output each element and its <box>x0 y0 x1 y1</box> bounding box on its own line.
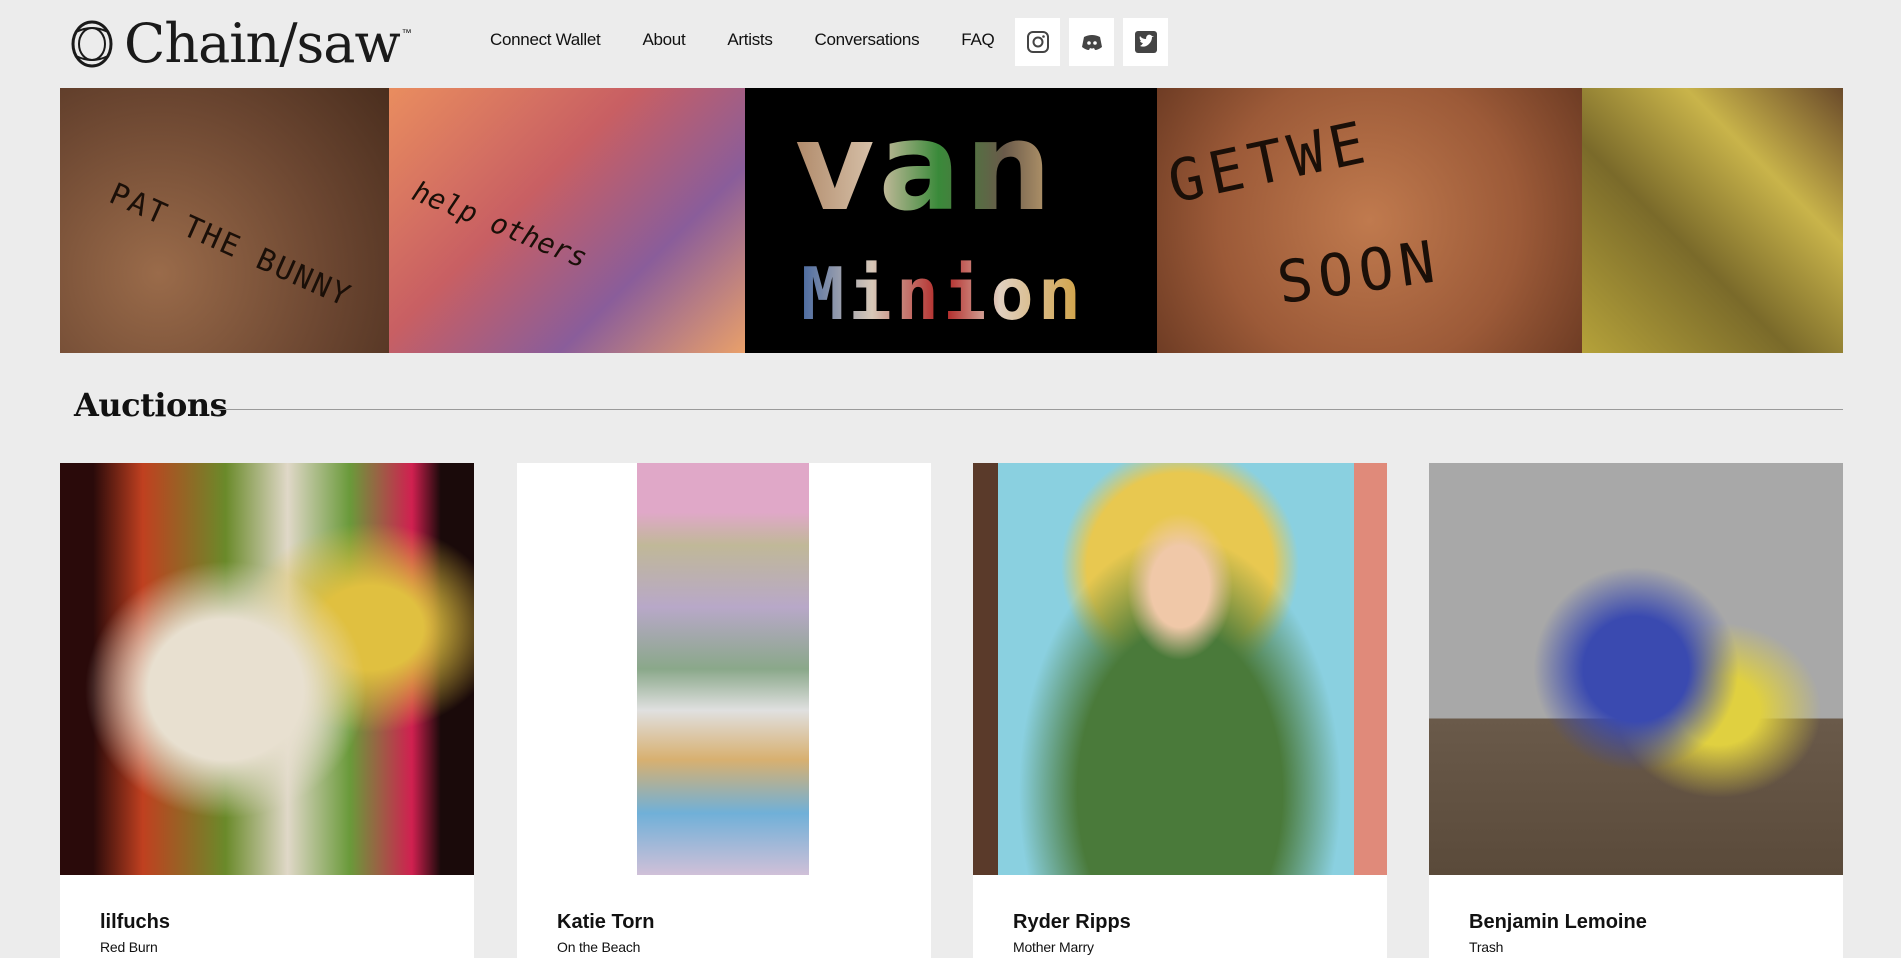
auction-card[interactable]: lilfuchs Red Burn <box>60 463 474 958</box>
artwork-image[interactable] <box>973 463 1387 875</box>
artwork-strip <box>637 463 809 875</box>
twitter-icon <box>1134 31 1157 53</box>
artwork-image[interactable] <box>1429 463 1843 875</box>
artist-name: Katie Torn <box>557 911 655 933</box>
discord-icon <box>1081 35 1102 50</box>
artwork-title: Red Burn <box>100 939 158 955</box>
site-logo[interactable]: Chain/saw ™ <box>70 14 412 74</box>
main-nav: Connect Wallet About Artists Conversatio… <box>490 30 1036 50</box>
artist-name: Benjamin Lemoine <box>1469 911 1647 933</box>
banner-text-help-others: help others <box>407 174 592 275</box>
discord-button[interactable] <box>1069 18 1114 66</box>
auction-cards: lilfuchs Red Burn Katie Torn On the Beac… <box>60 463 1843 958</box>
artwork-title: Trash <box>1469 939 1504 955</box>
logo-wordmark: Chain/saw <box>124 12 401 75</box>
site-header: Chain/saw ™ Connect Wallet About Artists… <box>0 0 1901 88</box>
banner-text-minion: Minion <box>801 252 1086 336</box>
artwork-title: On the Beach <box>557 939 641 955</box>
auction-card[interactable]: Ryder Ripps Mother Marry <box>973 463 1387 958</box>
banner-text-soon: SOON <box>1273 226 1445 318</box>
nav-conversations[interactable]: Conversations <box>815 30 920 50</box>
artist-name: Ryder Ripps <box>1013 911 1131 933</box>
hero-banner: PAT THE BUNNY help others van Minion GET… <box>60 88 1843 353</box>
section-divider <box>216 409 1843 410</box>
instagram-icon <box>1026 31 1049 53</box>
artwork-image[interactable] <box>60 463 474 875</box>
artwork-title: Mother Marry <box>1013 939 1094 955</box>
banner-panel-candy <box>1582 88 1843 353</box>
banner-panel-help-others: help others <box>389 88 745 353</box>
banner-panel-bunny: PAT THE BUNNY <box>60 88 389 353</box>
instagram-button[interactable] <box>1015 18 1060 66</box>
auctions-heading: Auctions <box>74 386 228 424</box>
auction-card[interactable]: Katie Torn On the Beach <box>517 463 931 958</box>
banner-text-pat-the-bunny: PAT THE BUNNY <box>104 176 357 315</box>
nav-artists[interactable]: Artists <box>727 30 772 50</box>
nav-about[interactable]: About <box>642 30 685 50</box>
auction-card[interactable]: Benjamin Lemoine Trash <box>1429 463 1843 958</box>
card-info: Katie Torn On the Beach <box>517 875 931 955</box>
trademark-symbol: ™ <box>401 28 412 39</box>
artist-name: lilfuchs <box>100 911 171 933</box>
twitter-button[interactable] <box>1123 18 1168 66</box>
social-links <box>1015 18 1168 66</box>
card-info: Benjamin Lemoine Trash <box>1429 875 1843 955</box>
banner-text-van: van <box>795 96 1056 238</box>
banner-text-getwe: GETWE <box>1162 107 1377 217</box>
artwork-image[interactable] <box>517 463 931 875</box>
chain-logo-icon <box>71 20 113 68</box>
banner-panel-van-minion: van Minion <box>745 88 1157 353</box>
card-info: lilfuchs Red Burn <box>60 875 474 955</box>
card-info: Ryder Ripps Mother Marry <box>973 875 1387 955</box>
nav-connect-wallet[interactable]: Connect Wallet <box>490 30 601 50</box>
nav-faq[interactable]: FAQ <box>961 30 994 50</box>
banner-panel-getwe-soon: GETWE SOON <box>1157 88 1582 353</box>
